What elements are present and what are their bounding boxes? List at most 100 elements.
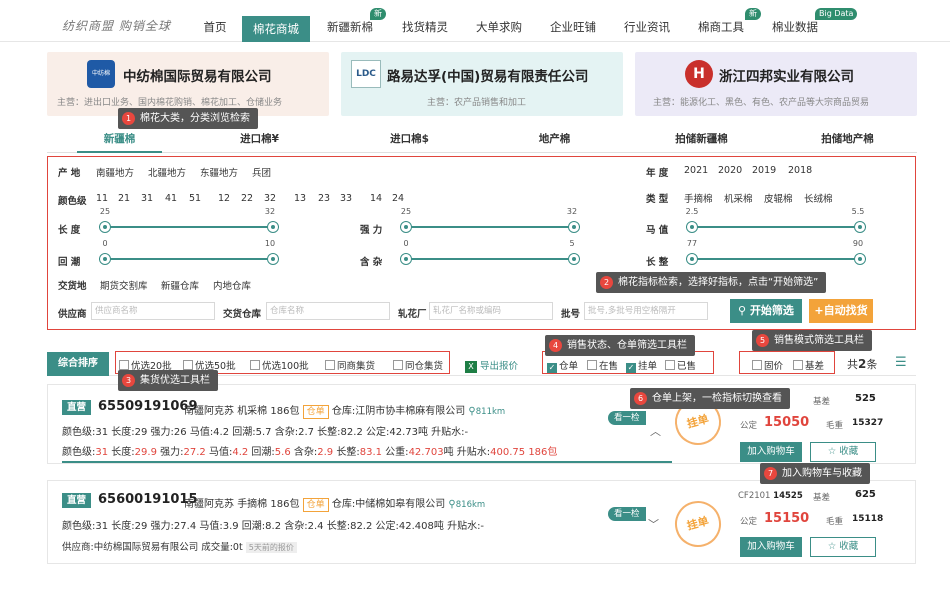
grade-option[interactable]: 32 [264, 193, 276, 204]
tab-import-rmb[interactable]: 进口棉¥ [217, 125, 302, 153]
slider-handle[interactable] [99, 253, 111, 265]
grade-option[interactable]: 51 [189, 193, 201, 204]
grade-option[interactable]: 24 [392, 193, 404, 204]
slider-handle[interactable] [99, 221, 111, 233]
tab-xinjiang-cotton[interactable]: 新疆棉 [77, 125, 162, 153]
batch-id[interactable]: 65600191015 [98, 492, 198, 507]
slider-handle[interactable] [854, 253, 866, 265]
gin-input[interactable]: 轧花厂名称或编码 [429, 302, 553, 320]
supplier-input[interactable]: 供应商名称 [91, 302, 215, 320]
grade-option[interactable]: 41 [165, 193, 177, 204]
company-card-3[interactable]: H 浙江四邦实业有限公司 主营：能源化工、黑色、有色、农产品等大宗商品贸易 [635, 52, 917, 116]
tab-reserve-xinjiang[interactable]: 拍储新疆棉 [659, 125, 744, 153]
type-option[interactable]: 皮辊棉 [764, 191, 793, 205]
category-tabs: 新疆棉 进口棉¥ 进口棉$ 地产棉 拍储新疆棉 拍储地产棉 [47, 125, 917, 153]
type-label: 类 型 [646, 194, 669, 205]
trash-slider[interactable] [400, 253, 580, 265]
year-option[interactable]: 2020 [718, 165, 742, 176]
company-card-1[interactable]: 中纺棉 中纺棉国际贸易有限公司 主营：进出口业务、国内棉花购销、棉花加工、仓储业… [47, 52, 329, 116]
mic-max: 5.5 [851, 207, 865, 216]
nav-finder[interactable]: 找货精灵 [400, 13, 450, 42]
view-inspection-toggle[interactable]: 看一检 [608, 411, 646, 425]
nav-shops[interactable]: 企业旺铺 [548, 13, 598, 42]
basis-value: 525 [855, 393, 876, 404]
grade-option[interactable]: 13 [294, 193, 306, 204]
grade-option[interactable]: 14 [370, 193, 382, 204]
nav-data[interactable]: 棉业数据 [770, 13, 820, 42]
slider-handle[interactable] [686, 221, 698, 233]
chevron-down-icon[interactable]: ﹀ [648, 516, 659, 532]
batch-input[interactable]: 批号,多批号用空格隔开 [584, 302, 708, 320]
view-inspection-toggle[interactable]: 看一检 [608, 507, 646, 521]
nav-cotton-mall[interactable]: 棉花商城 [242, 16, 310, 42]
slider-handle[interactable] [267, 253, 279, 265]
slider-handle[interactable] [400, 253, 412, 265]
type-option[interactable]: 机采棉 [724, 191, 753, 205]
slider-handle[interactable] [854, 221, 866, 233]
grade-option[interactable]: 12 [218, 193, 230, 204]
strength-slider[interactable] [400, 221, 580, 233]
site-logo[interactable]: 纺织商盟 购销全球 [62, 17, 171, 34]
slider-handle[interactable] [400, 221, 412, 233]
grade-option[interactable]: 11 [96, 193, 108, 204]
listing-card[interactable]: 直营 65600191015 南疆阿克苏 手摘棉 186包 仓单 仓库:中储棉如… [47, 480, 916, 564]
grade-option[interactable]: 23 [318, 193, 330, 204]
grade-option[interactable]: 21 [118, 193, 130, 204]
type-option[interactable]: 长绒棉 [804, 191, 833, 205]
origin-option[interactable]: 兵团 [252, 165, 271, 179]
nav-xinjiang[interactable]: 新疆新棉 [325, 13, 375, 42]
export-quote-link[interactable]: X 导出报价 [465, 358, 518, 373]
auto-find-button[interactable]: +自动找货 [809, 299, 873, 323]
type-option[interactable]: 手摘棉 [684, 191, 713, 205]
length-slider[interactable] [99, 221, 279, 233]
year-option[interactable]: 2021 [684, 165, 708, 176]
year-option[interactable]: 2019 [752, 165, 776, 176]
list-view-icon[interactable]: ☰ [895, 355, 907, 370]
grade-option[interactable]: 33 [340, 193, 352, 204]
add-to-cart-button[interactable]: 加入购物车 [740, 537, 802, 557]
slider-handle[interactable] [686, 253, 698, 265]
bigdata-badge: Big Data [815, 8, 858, 20]
tab-reserve-domestic[interactable]: 拍储地产棉 [805, 125, 890, 153]
favorite-button[interactable]: ☆ 收藏 [810, 537, 876, 557]
gin-label: 轧花厂 [398, 309, 427, 320]
origin-option[interactable]: 南疆地方 [96, 165, 134, 179]
gross-value: 15327 [852, 418, 884, 428]
origin-option[interactable]: 东疆地方 [200, 165, 238, 179]
delivery-option[interactable]: 新疆仓库 [161, 278, 199, 292]
delivery-option[interactable]: 内地仓库 [213, 278, 251, 292]
company-card-2[interactable]: LDC 路易达孚(中国)贸易有限责任公司 主营：农产品销售和加工 [341, 52, 623, 116]
sort-button[interactable]: 综合排序 [47, 352, 109, 376]
grade-option[interactable]: 31 [141, 193, 153, 204]
batch-id[interactable]: 65509191069 [98, 399, 198, 414]
nav-news[interactable]: 行业资讯 [622, 13, 672, 42]
nav-tools[interactable]: 棉商工具 [696, 13, 746, 42]
rebound-slider[interactable] [99, 253, 279, 265]
add-to-cart-button[interactable]: 加入购物车 [740, 442, 802, 462]
delivery-option[interactable]: 期货交割库 [100, 278, 148, 292]
nav-bulk-buy[interactable]: 大单求购 [474, 13, 524, 42]
start-filter-button[interactable]: ⚲ 开始筛选 [730, 299, 802, 323]
location-icon: ⚲ [448, 499, 456, 510]
uniform-slider[interactable] [686, 253, 866, 265]
favorite-button[interactable]: ☆ 收藏 [810, 442, 876, 462]
warehouse-input[interactable]: 仓库名称 [266, 302, 390, 320]
search-icon: ⚲ [738, 304, 750, 317]
origin-option[interactable]: 北疆地方 [148, 165, 186, 179]
strength-min: 25 [400, 207, 412, 216]
supplier-line: 供应商:中纺棉国际贸易有限公司 成交量:0t 5天前的报价 [62, 539, 297, 553]
indicator-line: 颜色级:31 长度:29 强力:27.4 马值:3.9 回潮:8.2 含杂:2.… [62, 521, 485, 532]
slider-handle[interactable] [267, 221, 279, 233]
new-badge: 新 [745, 8, 761, 20]
chevron-up-icon[interactable]: ︿ [650, 423, 661, 439]
contract-code: CF2101 14525 [738, 491, 803, 501]
year-option[interactable]: 2018 [788, 165, 812, 176]
guide-tip-5: 5 销售模式筛选工具栏 [752, 330, 872, 351]
grade-option[interactable]: 22 [241, 193, 253, 204]
nav-home[interactable]: 首页 [200, 13, 230, 42]
slider-handle[interactable] [568, 221, 580, 233]
tab-domestic[interactable]: 地产棉 [512, 125, 597, 153]
tab-import-usd[interactable]: 进口棉$ [367, 125, 452, 153]
mic-slider[interactable] [686, 221, 866, 233]
slider-handle[interactable] [568, 253, 580, 265]
